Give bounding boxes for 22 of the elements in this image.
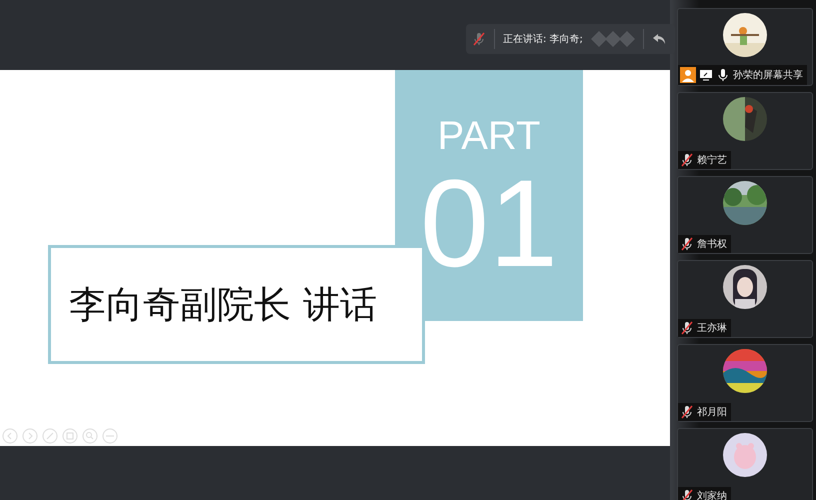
- participant-tile[interactable]: 王亦琳: [677, 260, 813, 338]
- reply-icon[interactable]: [652, 32, 666, 46]
- participant-name: 孙荣的屏幕共享: [733, 68, 803, 82]
- participant-tile[interactable]: 祁月阳: [677, 344, 813, 422]
- participant-name: 赖宁艺: [697, 154, 727, 167]
- muted-mic-icon[interactable]: [680, 321, 694, 335]
- participant-tile[interactable]: 詹书权: [677, 176, 813, 254]
- part-label: PART: [438, 114, 540, 158]
- muted-mic-icon[interactable]: [680, 153, 694, 167]
- muted-mic-icon[interactable]: [680, 489, 694, 500]
- participant-tile[interactable]: 赖宁艺: [677, 92, 813, 170]
- mic-icon[interactable]: [716, 68, 730, 82]
- screen-share-icon[interactable]: [699, 68, 713, 82]
- muted-mic-icon[interactable]: [680, 405, 694, 419]
- participant-name: 王亦琳: [697, 322, 727, 335]
- participant-name: 祁月阳: [697, 406, 727, 419]
- part-number: 01: [420, 164, 558, 284]
- slide-title: 李向奇副院长 讲话: [69, 282, 377, 328]
- participant-tile[interactable]: 孙荣的屏幕共享: [677, 8, 813, 86]
- muted-mic-icon[interactable]: [680, 237, 694, 251]
- speaker-text: 正在讲话: 李向奇;: [503, 32, 583, 46]
- participant-name: 詹书权: [697, 238, 727, 251]
